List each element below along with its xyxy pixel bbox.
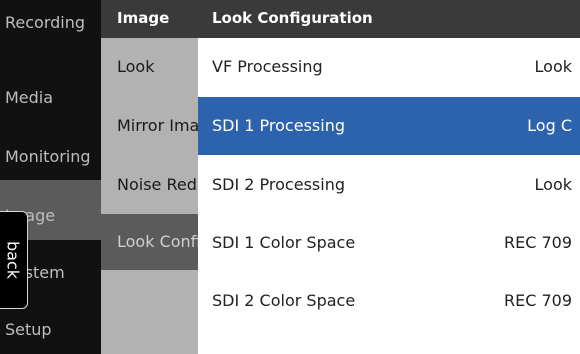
menu-item-label: Media (5, 88, 54, 107)
back-button-label: back (3, 240, 22, 280)
submenu-title: Image (101, 0, 198, 38)
menu-item-media[interactable]: Media (0, 60, 101, 120)
submenu-item-look-configuration[interactable]: Look Configuration (101, 214, 198, 270)
setting-value: Look (534, 175, 572, 194)
submenu-item-look[interactable]: Look (101, 38, 198, 96)
setting-row-sdi2-processing[interactable]: SDI 2 Processing Look (198, 156, 580, 214)
menu-item-recording[interactable]: Recording (0, 0, 101, 60)
setting-label: VF Processing (212, 57, 323, 76)
submenu-item-mirror-image[interactable]: Mirror Image (101, 96, 198, 156)
panel-title: Look Configuration (198, 0, 580, 38)
setting-label: SDI 2 Color Space (212, 291, 356, 310)
setting-row-sdi2-color-space[interactable]: SDI 2 Color Space REC 709 (198, 272, 580, 330)
back-button[interactable]: back (0, 211, 28, 309)
submenu-item-label: Noise Reduction (117, 175, 198, 194)
submenu-item-label: Mirror Image (117, 116, 198, 135)
image-submenu: Image Look Mirror Image Noise Reduction … (101, 0, 198, 354)
submenu-item-noise-reduction[interactable]: Noise Reduction (101, 156, 198, 214)
menu-item-label: Recording (5, 13, 86, 32)
setting-label: SDI 1 Color Space (212, 233, 356, 252)
menu-item-monitoring[interactable]: Monitoring (0, 120, 101, 180)
setting-row-sdi1-color-space[interactable]: SDI 1 Color Space REC 709 (198, 214, 580, 272)
menu-item-label: Monitoring (5, 147, 91, 166)
setting-value: Log C (527, 116, 572, 135)
setting-label: SDI 2 Processing (212, 175, 345, 194)
menu-item-label: Setup (5, 320, 52, 339)
setting-row-vf-processing[interactable]: VF Processing Look (198, 38, 580, 96)
setting-value: REC 709 (503, 233, 572, 252)
setting-value: REC 709 (503, 291, 572, 310)
submenu-item-label: Look Configuration (117, 232, 198, 251)
setting-label: SDI 1 Processing (212, 116, 345, 135)
submenu-item-label: Look (117, 57, 155, 76)
look-configuration-panel: Look Configuration VF Processing Look SD… (198, 0, 580, 354)
setting-value: Look (534, 57, 572, 76)
setting-row-sdi1-processing[interactable]: SDI 1 Processing Log C (198, 97, 580, 155)
